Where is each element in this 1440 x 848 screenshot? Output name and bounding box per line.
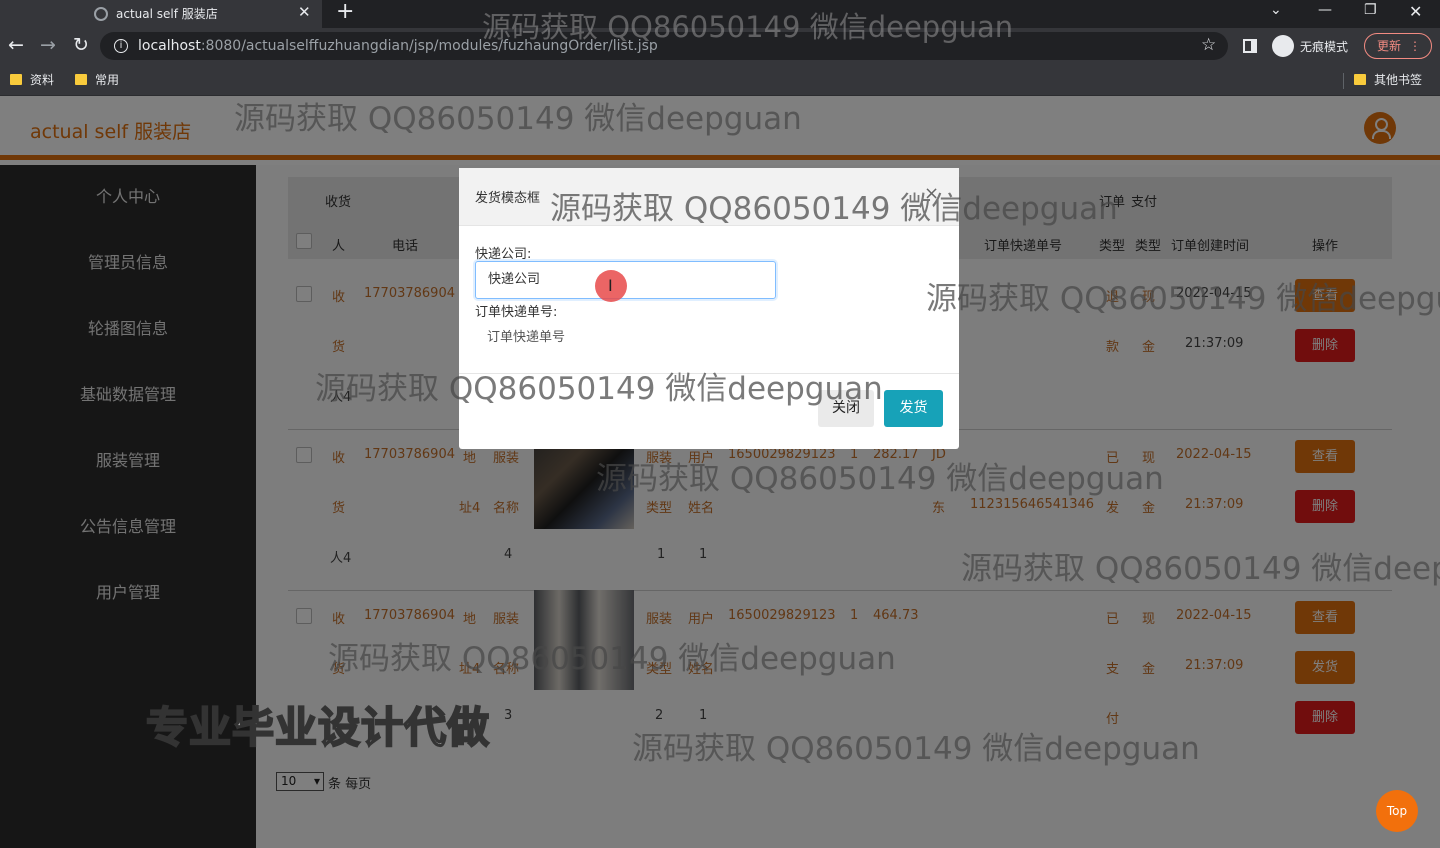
watermark-banner: 专业毕业设计代做 bbox=[145, 702, 491, 753]
text-cursor-icon: I bbox=[608, 276, 613, 295]
express-number-label: 订单快递单号: bbox=[475, 305, 558, 320]
tab-close-icon[interactable]: ✕ bbox=[298, 3, 311, 21]
watermark: 源码获取 QQ86050149 微信deepguan bbox=[632, 731, 1200, 767]
bookmark-star-icon[interactable]: ☆ bbox=[1201, 35, 1216, 55]
watermark: 源码获取 QQ86050149 微信deepguan bbox=[328, 641, 896, 677]
folder-icon bbox=[75, 74, 87, 85]
reload-icon[interactable]: ↻ bbox=[73, 34, 89, 56]
minimize-icon[interactable]: — bbox=[1318, 2, 1332, 18]
new-tab-button[interactable]: + bbox=[336, 0, 354, 24]
forward-icon[interactable]: → bbox=[40, 34, 56, 56]
update-button[interactable]: 更新 ⋮ bbox=[1364, 33, 1432, 59]
incognito-label: 无痕模式 bbox=[1300, 40, 1349, 54]
watermark: 源码获取 QQ86050149 微信deepguan bbox=[596, 461, 1164, 497]
express-number-input[interactable]: 订单快递单号 bbox=[475, 321, 776, 355]
modal-ship-button[interactable]: 发货 bbox=[884, 390, 943, 427]
bookmark-folder-1[interactable]: 资料 bbox=[10, 71, 54, 88]
back-icon[interactable]: ← bbox=[8, 34, 24, 56]
maximize-icon[interactable]: ❐ bbox=[1364, 2, 1377, 18]
watermark: 源码获取 QQ86050149 微信deepguan bbox=[961, 551, 1440, 587]
watermark: 源码获取 QQ86050149 微信deepguan bbox=[926, 281, 1440, 317]
close-window-icon[interactable]: ✕ bbox=[1409, 2, 1422, 21]
bookmark-folder-2[interactable]: 常用 bbox=[75, 71, 119, 88]
browser-tab[interactable]: actual self 服装店 ✕ bbox=[0, 0, 322, 28]
watermark: 源码获取 QQ86050149 微信deepguan bbox=[482, 10, 1014, 44]
info-icon[interactable]: i bbox=[114, 39, 128, 53]
tab-title: actual self 服装店 bbox=[116, 7, 218, 21]
tab-favicon-icon bbox=[94, 7, 108, 21]
watermark: 源码获取 QQ86050149 微信deepguan bbox=[550, 191, 1118, 227]
modal-title: 发货模态框 bbox=[475, 191, 541, 206]
menu-dots-icon[interactable]: ⋮ bbox=[1409, 34, 1421, 58]
side-panel-icon[interactable] bbox=[1243, 39, 1257, 53]
chevron-down-icon[interactable]: ⌄ bbox=[1270, 2, 1282, 18]
folder-icon bbox=[10, 74, 22, 85]
incognito-icon[interactable] bbox=[1272, 35, 1294, 57]
watermark: 源码获取 QQ86050149 微信deepguan bbox=[315, 371, 883, 407]
folder-icon bbox=[1354, 74, 1366, 85]
back-to-top-button[interactable]: Top bbox=[1376, 790, 1418, 832]
bookmark-separator bbox=[1343, 73, 1344, 89]
watermark: 源码获取 QQ86050149 微信deepguan bbox=[234, 101, 802, 137]
bookmarks-bar: 资料 常用 其他书签 bbox=[0, 64, 1440, 96]
express-company-label: 快递公司: bbox=[475, 247, 532, 262]
other-bookmarks[interactable]: 其他书签 bbox=[1354, 71, 1422, 88]
